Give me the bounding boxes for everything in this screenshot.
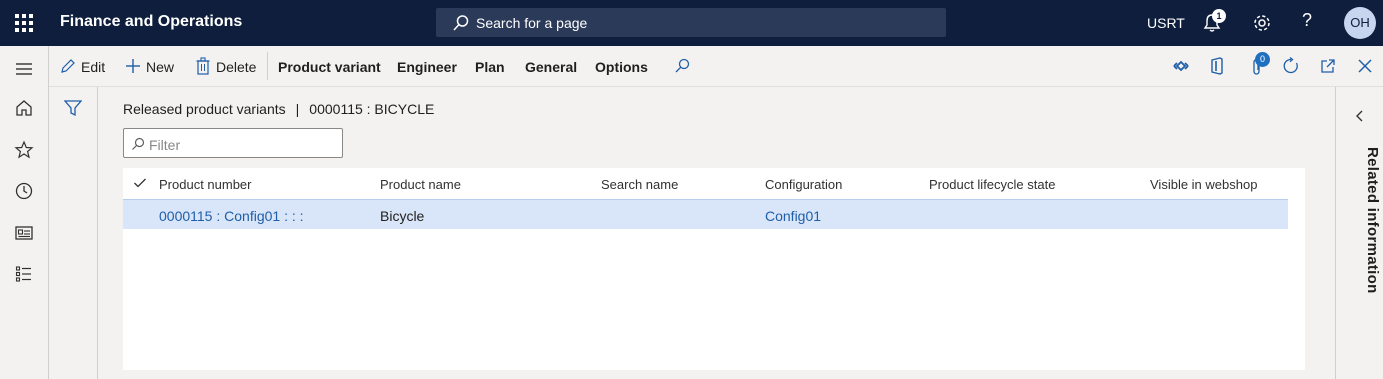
help-icon[interactable]: ? — [1302, 10, 1312, 31]
column-header-product-number[interactable]: Product number — [159, 177, 252, 192]
page-title: Released product variants — [123, 101, 286, 117]
column-header-search-name[interactable]: Search name — [601, 177, 678, 192]
tab-plan[interactable]: Plan — [475, 59, 505, 75]
page-subtitle: 0000115 : BICYCLE — [309, 101, 435, 117]
home-icon[interactable] — [14, 98, 34, 118]
related-information-label[interactable]: Related information — [1341, 147, 1381, 307]
action-search-icon[interactable] — [673, 57, 691, 75]
cell-product-name: Bicycle — [380, 208, 425, 224]
clock-icon[interactable] — [14, 181, 34, 201]
tab-product-variant[interactable]: Product variant — [278, 59, 381, 75]
tab-engineer[interactable]: Engineer — [397, 59, 457, 75]
search-box[interactable]: Search for a page — [436, 8, 946, 37]
workspace-icon[interactable] — [14, 223, 34, 243]
navigation-pane — [0, 46, 49, 379]
office-icon[interactable] — [1209, 57, 1225, 75]
company-picker[interactable]: USRT — [1147, 15, 1185, 31]
column-header-product-name[interactable]: Product name — [380, 177, 461, 192]
toolbar-divider — [267, 52, 268, 80]
tab-options[interactable]: Options — [595, 59, 648, 75]
top-bar: Finance and Operations Search for a page… — [0, 0, 1383, 46]
caption-separator: | — [295, 101, 300, 117]
variants-grid: Product number Product name Search name … — [123, 168, 1305, 370]
delete-button[interactable]: Delete — [216, 59, 256, 75]
column-header-visible-in-webshop[interactable]: Visible in webshop — [1150, 177, 1257, 192]
checkmark-icon[interactable] — [133, 176, 147, 190]
list-icon[interactable] — [14, 264, 34, 284]
hamburger-icon[interactable] — [14, 59, 34, 79]
plus-icon — [126, 59, 140, 73]
filter-placeholder: Filter — [149, 137, 181, 153]
edit-button[interactable]: Edit — [81, 59, 105, 75]
filter-icon[interactable] — [64, 99, 82, 117]
notification-badge: 1 — [1212, 9, 1226, 23]
pencil-icon — [61, 59, 75, 73]
grid-scrollbar[interactable] — [1288, 199, 1305, 370]
filter-search-icon — [132, 137, 145, 150]
avatar[interactable]: OH — [1344, 7, 1376, 39]
trash-icon — [196, 57, 210, 75]
filter-input[interactable]: Filter — [123, 128, 343, 158]
attachments-badge: 0 — [1255, 52, 1270, 67]
gear-icon[interactable] — [1252, 13, 1272, 33]
filter-pane — [49, 87, 98, 379]
refresh-icon[interactable] — [1282, 57, 1300, 75]
search-icon — [453, 15, 469, 31]
page-caption: Released product variants | 0000115 : BICY… — [123, 101, 434, 117]
chevron-left-icon[interactable] — [1354, 109, 1366, 123]
star-icon[interactable] — [14, 140, 34, 160]
column-header-configuration[interactable]: Configuration — [765, 177, 842, 192]
search-placeholder: Search for a page — [476, 15, 588, 31]
action-pane: Edit New Delete Product variant Engineer… — [49, 46, 1383, 87]
main-content: Released product variants | 0000115 : BICY… — [98, 87, 1335, 379]
diamond-icon[interactable] — [1173, 58, 1189, 74]
app-title[interactable]: Finance and Operations — [60, 13, 242, 31]
related-information-pane: Related information — [1335, 87, 1383, 379]
waffle-icon[interactable] — [15, 14, 33, 32]
cell-product-number[interactable]: 0000115 : Config01 : : : — [159, 208, 304, 224]
close-icon[interactable] — [1357, 58, 1373, 74]
table-row[interactable]: 0000115 : Config01 : : : Bicycle Config0… — [123, 199, 1288, 229]
grid-header: Product number Product name Search name … — [123, 168, 1305, 199]
new-button[interactable]: New — [146, 59, 174, 75]
tab-general[interactable]: General — [525, 59, 577, 75]
column-header-lifecycle-state[interactable]: Product lifecycle state — [929, 177, 1055, 192]
popout-icon[interactable] — [1319, 57, 1337, 75]
cell-configuration[interactable]: Config01 — [765, 208, 821, 224]
